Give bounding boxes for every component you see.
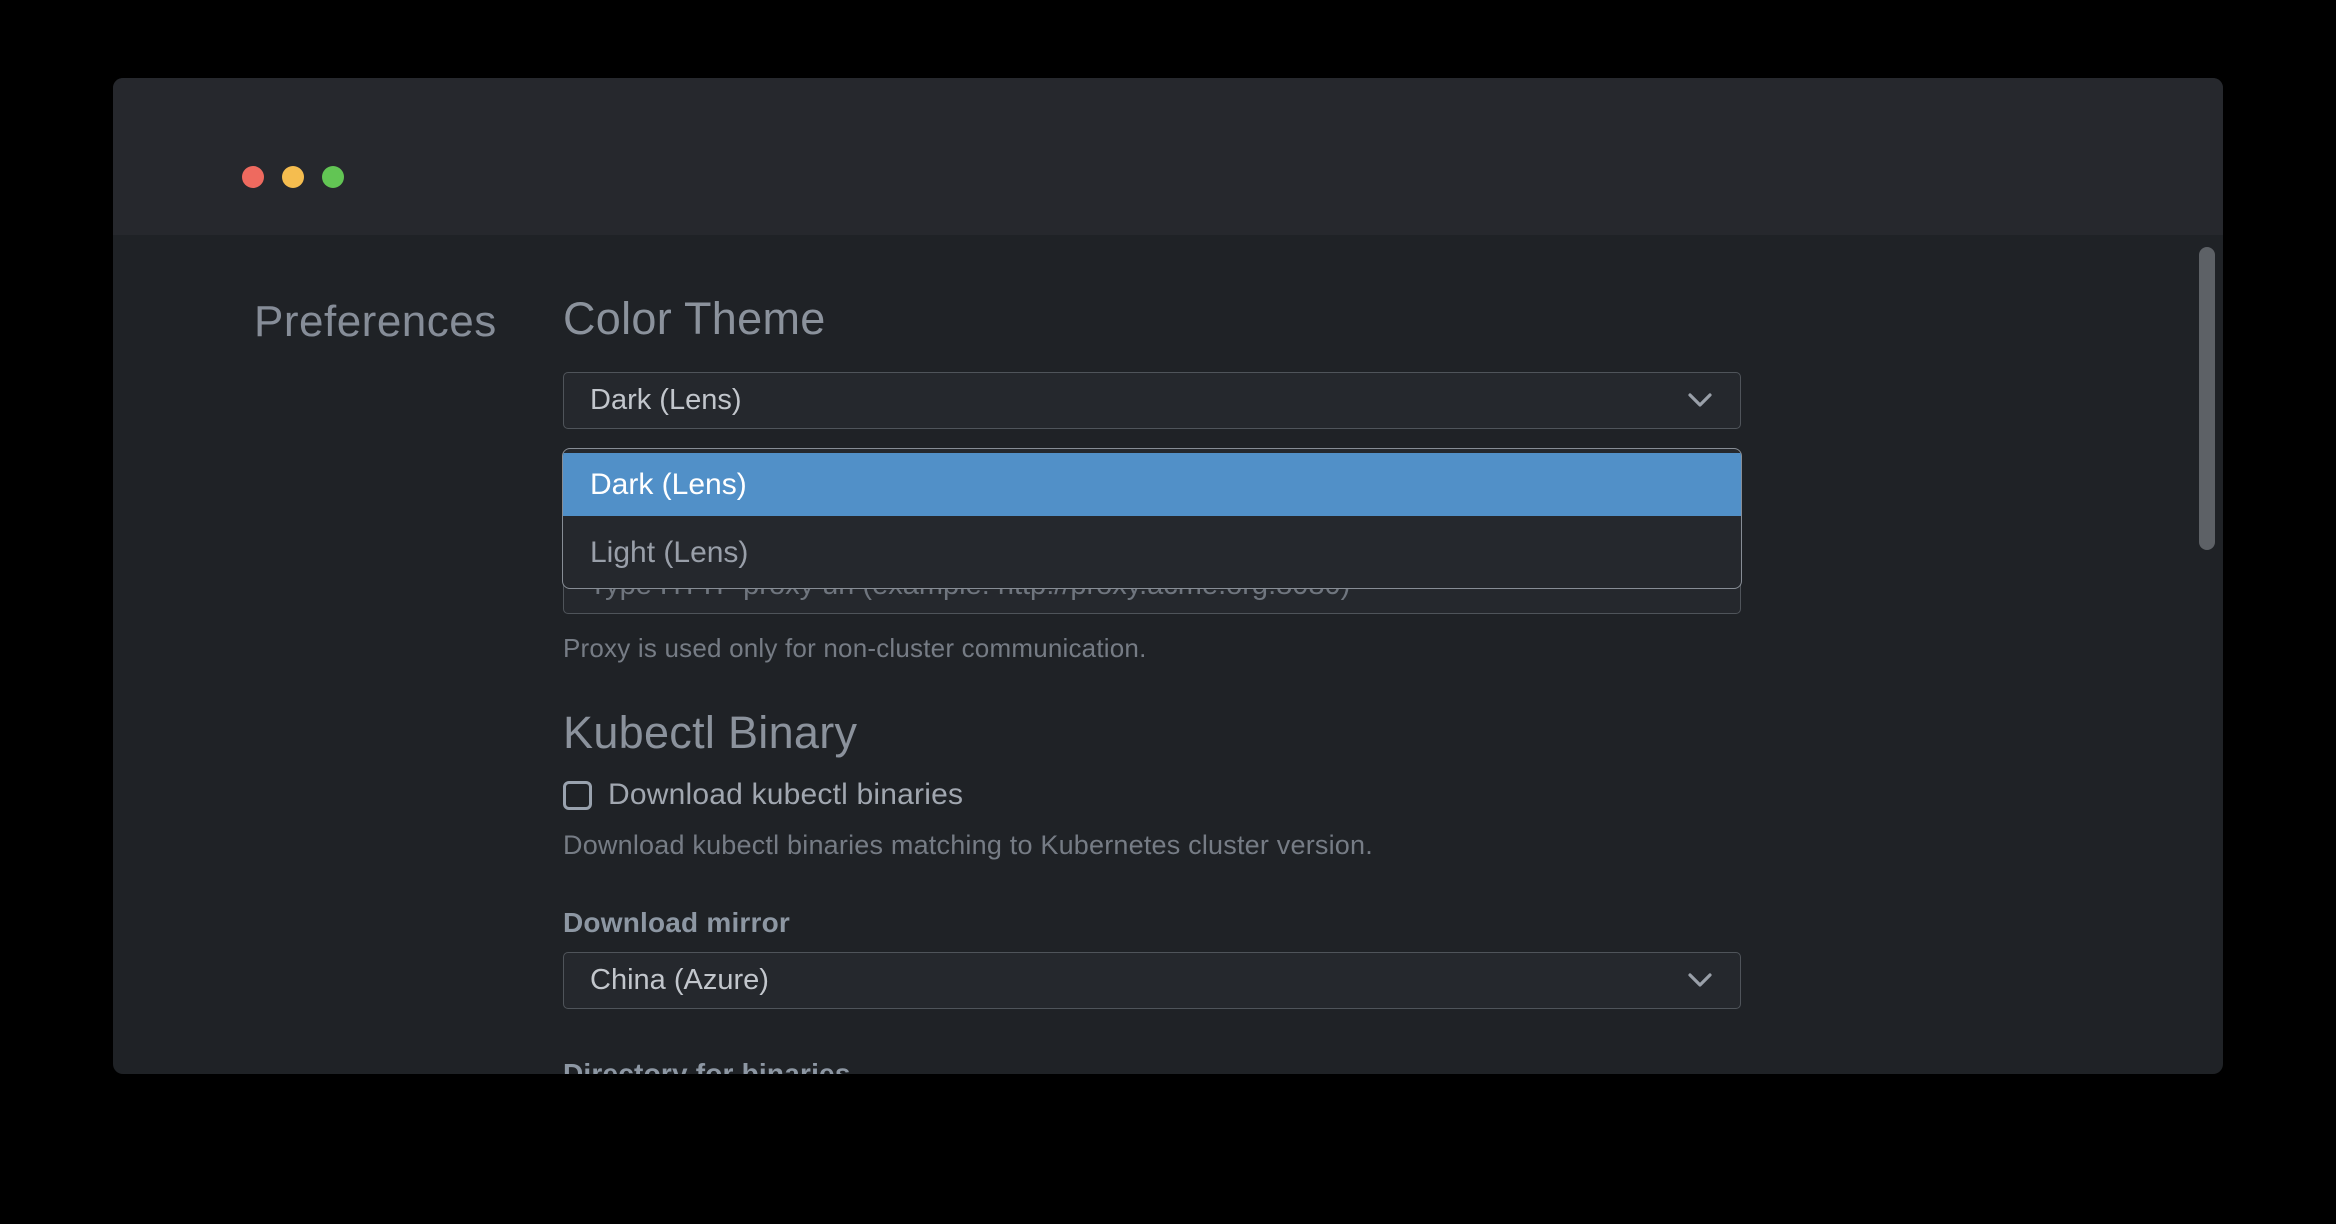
preferences-window: Preferences Color Theme Dark (Lens) bbox=[113, 78, 2223, 1074]
color-theme-select-value: Dark (Lens) bbox=[590, 384, 742, 417]
color-theme-dropdown-menu: Dark (Lens) Light (Lens) bbox=[562, 448, 1742, 589]
checkbox-unchecked-icon[interactable] bbox=[563, 781, 592, 810]
dropdown-option-dark-lens[interactable]: Dark (Lens) bbox=[563, 453, 1741, 516]
chevron-down-icon bbox=[1688, 973, 1712, 988]
titlebar: Preferences bbox=[113, 78, 2223, 235]
directory-for-binaries-label: Directory for binaries bbox=[563, 1058, 851, 1074]
preferences-content: Color Theme Dark (Lens) Dark (Lens) Ligh… bbox=[113, 235, 2223, 1074]
kubectl-hint-text: Download kubectl binaries matching to Ku… bbox=[563, 830, 1373, 861]
scrollbar-thumb[interactable] bbox=[2199, 247, 2215, 550]
kubectl-binary-heading: Kubectl Binary bbox=[563, 707, 857, 759]
download-mirror-select[interactable]: China (Azure) bbox=[563, 952, 1741, 1009]
traffic-minimize-button[interactable] bbox=[282, 166, 304, 188]
dropdown-option-label: Dark (Lens) bbox=[590, 468, 747, 502]
dropdown-option-label: Light (Lens) bbox=[590, 536, 748, 570]
download-kubectl-checkbox-label: Download kubectl binaries bbox=[608, 778, 963, 812]
traffic-close-button[interactable] bbox=[242, 166, 264, 188]
traffic-zoom-button[interactable] bbox=[322, 166, 344, 188]
color-theme-select[interactable]: Dark (Lens) bbox=[563, 372, 1741, 429]
download-mirror-select-value: China (Azure) bbox=[590, 964, 769, 997]
proxy-hint-text: Proxy is used only for non-cluster commu… bbox=[563, 633, 1147, 664]
color-theme-heading: Color Theme bbox=[563, 293, 826, 345]
download-mirror-label: Download mirror bbox=[563, 907, 790, 939]
dropdown-option-light-lens[interactable]: Light (Lens) bbox=[563, 521, 1741, 584]
chevron-down-icon bbox=[1688, 393, 1712, 408]
download-kubectl-checkbox-row[interactable]: Download kubectl binaries bbox=[563, 778, 963, 812]
